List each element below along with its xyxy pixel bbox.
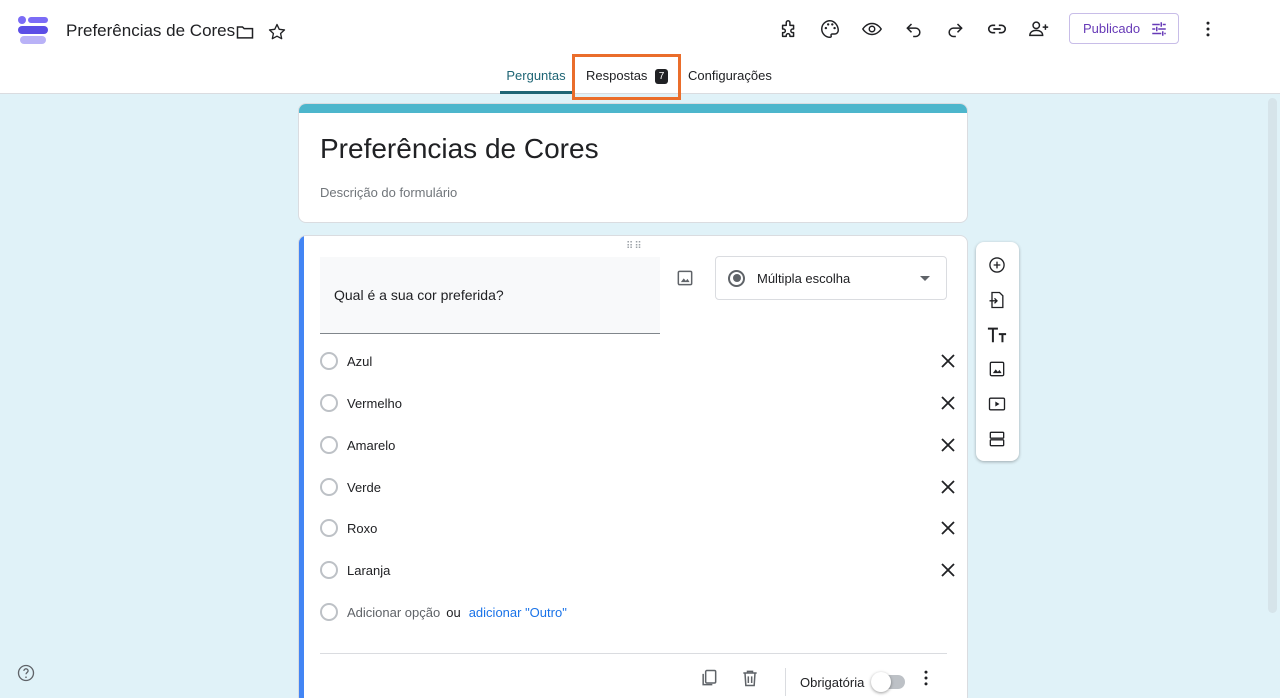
question-more-icon[interactable] [916, 668, 936, 693]
option-item[interactable]: Amarelo [320, 435, 955, 455]
delete-icon[interactable] [740, 668, 760, 693]
remove-option-icon[interactable] [938, 393, 958, 413]
preview-icon[interactable] [858, 15, 886, 43]
redo-icon[interactable] [941, 15, 969, 43]
remove-option-icon[interactable] [938, 435, 958, 455]
link-icon[interactable] [983, 15, 1011, 43]
required-label: Obrigatória [800, 675, 865, 690]
star-icon[interactable] [263, 18, 291, 46]
radio-icon [320, 436, 338, 454]
radio-icon [320, 519, 338, 537]
add-title-icon[interactable] [985, 323, 1009, 347]
radio-icon [320, 478, 338, 496]
published-label: Publicado [1083, 21, 1141, 36]
question-text-input[interactable]: Qual é a sua cor preferida? [320, 257, 660, 334]
option-label[interactable]: Azul [347, 354, 372, 369]
tune-icon [1152, 21, 1166, 36]
forms-logo-icon[interactable] [18, 16, 48, 44]
question-footer-divider [320, 653, 947, 654]
undo-icon[interactable] [900, 15, 928, 43]
radio-icon [320, 352, 338, 370]
add-option-input[interactable]: Adicionar opção [347, 605, 440, 620]
option-item[interactable]: Laranja [320, 560, 955, 580]
option-label[interactable]: Amarelo [347, 438, 395, 453]
doc-title[interactable]: Preferências de Cores [66, 21, 235, 41]
required-toggle[interactable] [871, 672, 905, 692]
add-image-icon[interactable] [985, 357, 1009, 381]
remove-option-icon[interactable] [938, 560, 958, 580]
tab-questions[interactable]: Perguntas [500, 68, 572, 94]
add-question-icon[interactable] [985, 253, 1009, 277]
add-other-link[interactable]: adicionar "Outro" [469, 605, 567, 620]
responses-tab-highlight [572, 54, 681, 100]
remove-option-icon[interactable] [938, 477, 958, 497]
published-button[interactable]: Publicado [1069, 13, 1179, 44]
option-item[interactable]: Roxo [320, 518, 955, 538]
remove-option-icon[interactable] [938, 351, 958, 371]
help-icon[interactable] [16, 663, 36, 683]
app-header: Preferências de Cores Publicado Pergunta… [0, 0, 1280, 100]
or-label: ou [446, 604, 461, 620]
page-scrollbar[interactable] [1268, 98, 1277, 613]
option-item[interactable]: Vermelho [320, 393, 955, 413]
option-label[interactable]: Laranja [347, 563, 390, 578]
dropdown-arrow-icon [920, 276, 930, 281]
palette-icon[interactable] [816, 15, 844, 43]
floating-toolbar [976, 242, 1019, 461]
form-description-input[interactable]: Descrição do formulário [320, 185, 457, 200]
radio-icon [320, 394, 338, 412]
add-section-icon[interactable] [985, 427, 1009, 451]
addon-icon[interactable] [775, 15, 803, 43]
question-card[interactable]: ⠿⠿ Qual é a sua cor preferida? Múltipla … [298, 235, 968, 698]
form-title-card: Preferências de Cores Descrição do formu… [298, 103, 968, 223]
add-option-row: Adicionar opção ou adicionar "Outro" [320, 602, 940, 622]
folder-icon[interactable] [231, 18, 259, 46]
option-label[interactable]: Roxo [347, 521, 377, 536]
option-item[interactable]: Azul [320, 351, 955, 371]
radio-button-checked-icon [728, 269, 745, 287]
duplicate-icon[interactable] [699, 668, 719, 693]
question-type-select[interactable]: Múltipla escolha [715, 256, 947, 300]
import-questions-icon[interactable] [985, 288, 1009, 312]
option-label[interactable]: Verde [347, 480, 381, 495]
option-label[interactable]: Vermelho [347, 396, 402, 411]
drag-handle-icon[interactable]: ⠿⠿ [626, 241, 643, 252]
form-title[interactable]: Preferências de Cores [320, 133, 599, 165]
remove-option-icon[interactable] [938, 518, 958, 538]
option-item[interactable]: Verde [320, 477, 955, 497]
add-image-icon[interactable] [675, 268, 695, 293]
add-collaborator-icon[interactable] [1025, 15, 1053, 43]
footer-separator [785, 668, 786, 696]
question-type-label: Múltipla escolha [757, 270, 851, 286]
radio-icon [320, 603, 338, 621]
radio-icon [320, 561, 338, 579]
more-vert-icon[interactable] [1194, 15, 1222, 43]
tab-settings[interactable]: Configurações [688, 68, 772, 83]
add-video-icon[interactable] [985, 392, 1009, 416]
